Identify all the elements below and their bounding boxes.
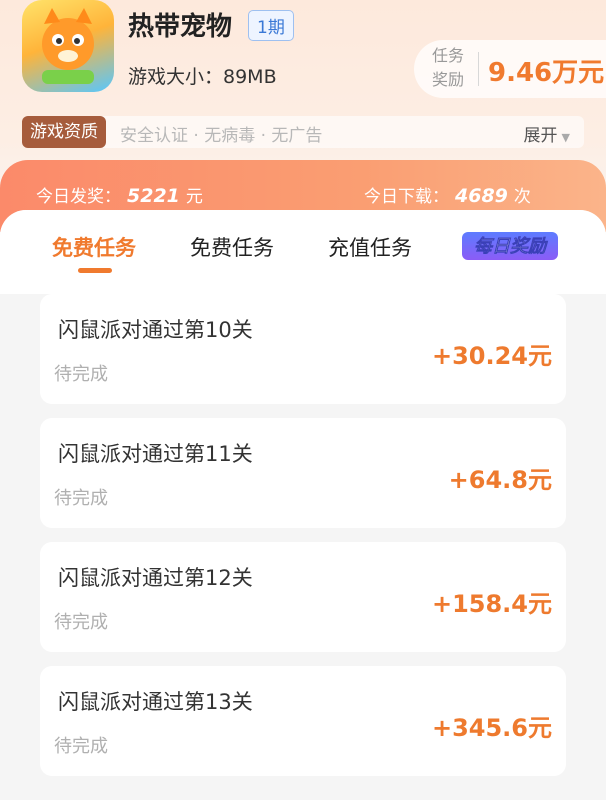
qualification-text: 安全认证 · 无病毒 · 无广告 [120, 126, 323, 146]
task-card[interactable]: 闪鼠派对通过第13关 待完成 +345.6元 [40, 666, 566, 776]
task-title: 闪鼠派对通过第12关 [58, 566, 253, 590]
task-title: 闪鼠派对通过第11关 [58, 442, 253, 466]
expand-button[interactable]: 展开 ▼ [524, 121, 570, 146]
task-title: 闪鼠派对通过第13关 [58, 690, 253, 714]
download-unit: 次 [513, 187, 531, 207]
task-card[interactable]: 闪鼠派对通过第11关 待完成 +64.8元 [40, 418, 566, 528]
app-header: 热带宠物 1期 游戏大小：89MB 任务奖励 9.46万元 游戏资质 安全认证 … [0, 0, 606, 160]
tab-daily-reward[interactable]: 每日奖励 [462, 232, 558, 260]
task-reward: +158.4元 [431, 590, 552, 618]
expand-label: 展开 [523, 126, 558, 146]
download-label: 今日下载： [364, 187, 449, 207]
task-status: 待完成 [54, 488, 108, 509]
today-downloads: 今日下载： 4689 次 [364, 182, 531, 207]
app-icon[interactable] [22, 0, 114, 92]
task-status: 待完成 [54, 364, 108, 385]
task-status: 待完成 [54, 612, 108, 633]
chevron-down-icon: ▼ [561, 131, 570, 144]
tab-free-tasks-2[interactable]: 免费任务 [190, 232, 274, 262]
task-tabs: 免费任务 免费任务 充值任务 每日奖励 [0, 210, 606, 294]
active-tab-indicator [78, 268, 112, 273]
payout-value: 5221 [127, 185, 180, 207]
reward-value: 9.46万元 [488, 58, 605, 88]
fox-mascot-icon [42, 8, 94, 84]
task-card[interactable]: 闪鼠派对通过第10关 待完成 +30.24元 [40, 294, 566, 404]
download-value: 4689 [455, 185, 508, 207]
task-card[interactable]: 闪鼠派对通过第12关 待完成 +158.4元 [40, 542, 566, 652]
app-title: 热带宠物 [128, 12, 233, 42]
tab-recharge-tasks[interactable]: 充值任务 [328, 232, 412, 262]
game-size: 游戏大小：89MB [128, 66, 277, 88]
today-payout: 今日发奖： 5221 元 [36, 182, 203, 207]
payout-unit: 元 [185, 187, 203, 207]
reward-label: 任务奖励 [432, 46, 465, 89]
period-badge: 1期 [248, 10, 294, 41]
task-reward: +30.24元 [431, 342, 552, 370]
qualification-bar: 游戏资质 安全认证 · 无病毒 · 无广告 展开 ▼ [22, 116, 584, 148]
task-reward-pill: 任务奖励 9.46万元 [414, 40, 606, 98]
task-status: 待完成 [54, 736, 108, 757]
payout-label: 今日发奖： [36, 187, 121, 207]
task-title: 闪鼠派对通过第10关 [58, 318, 253, 342]
qualification-tag: 游戏资质 [22, 116, 106, 148]
divider [478, 52, 479, 86]
task-panel: 免费任务 免费任务 充值任务 每日奖励 闪鼠派对通过第10关 待完成 +30.2… [0, 210, 606, 800]
tab-free-tasks-1[interactable]: 免费任务 [52, 232, 136, 262]
task-reward: +64.8元 [448, 466, 552, 494]
task-reward: +345.6元 [431, 714, 552, 742]
